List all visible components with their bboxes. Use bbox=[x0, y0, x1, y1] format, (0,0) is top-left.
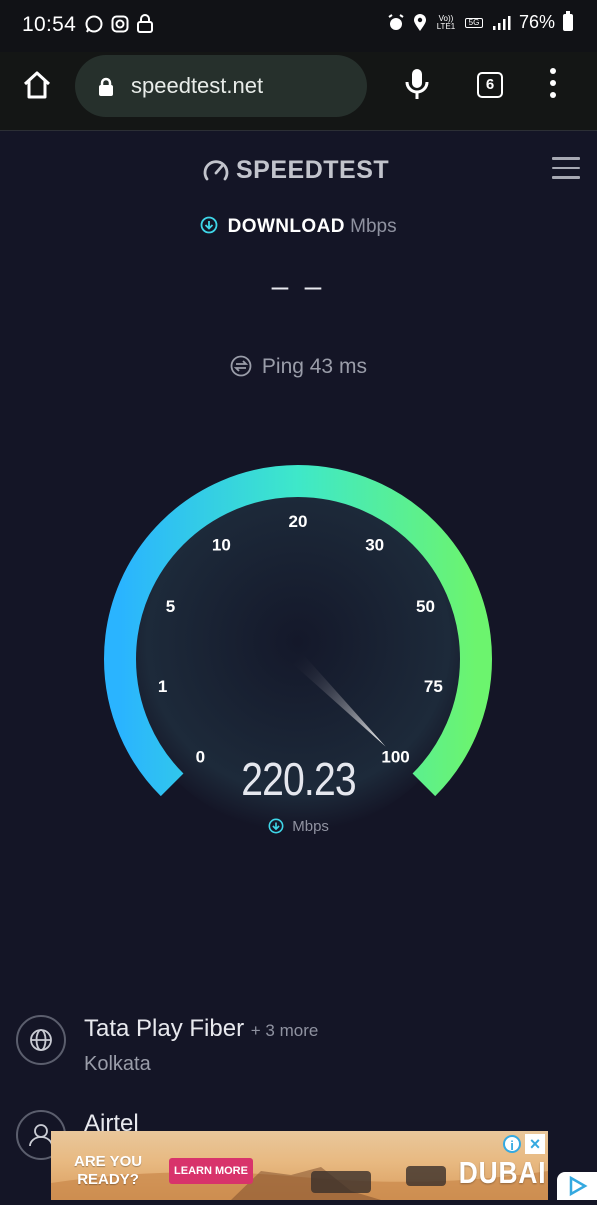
secure-lock-icon[interactable] bbox=[97, 77, 115, 97]
gauge-unit-row: Mbps bbox=[0, 818, 597, 835]
ad-headline-line-2: READY? bbox=[77, 1171, 139, 1188]
server-provider[interactable]: Tata Play Fiber + 3 more Kolkata bbox=[16, 1015, 576, 1085]
provider-name-row: Tata Play Fiber + 3 more bbox=[84, 1015, 318, 1043]
system-icons: Vo)) LTE1 5G 76% bbox=[387, 11, 573, 33]
gauge-tick-30: 30 bbox=[365, 535, 384, 554]
notification-icons bbox=[84, 14, 154, 34]
speedtest-logo[interactable]: SPEEDTEST bbox=[202, 156, 389, 185]
download-arrow-icon bbox=[268, 818, 284, 834]
download-unit: Mbps bbox=[350, 216, 397, 237]
status-time: 10:54 bbox=[22, 13, 77, 36]
signal-icon bbox=[492, 15, 511, 30]
gauge-tick-1: 1 bbox=[158, 677, 167, 696]
hamburger-menu-icon[interactable] bbox=[552, 157, 580, 186]
battery-icon bbox=[563, 11, 573, 31]
provider-location: Kolkata bbox=[84, 1053, 151, 1075]
speedtest-logo-text: SPEEDTEST bbox=[236, 156, 390, 184]
ad-brand: DUBAI bbox=[458, 1155, 547, 1190]
home-button[interactable] bbox=[22, 70, 52, 100]
gauge-tick-50: 50 bbox=[416, 597, 435, 616]
gauge-reading: 220.23 bbox=[241, 753, 356, 805]
ad-info-icon[interactable]: i bbox=[503, 1135, 521, 1153]
ping-icon bbox=[230, 355, 252, 377]
overflow-menu-icon[interactable] bbox=[550, 68, 558, 104]
url-text[interactable]: speedtest.net bbox=[131, 73, 263, 99]
speedometer-logo-icon bbox=[203, 159, 229, 180]
volte-icon: Vo)) LTE1 bbox=[436, 13, 456, 31]
ad-headline-line-1: ARE YOU bbox=[74, 1153, 143, 1170]
gauge-tick-10: 10 bbox=[212, 535, 231, 554]
ad-close-icon[interactable]: × bbox=[525, 1134, 545, 1154]
adchoices-icon[interactable] bbox=[557, 1172, 597, 1200]
gauge-tick-20: 20 bbox=[289, 512, 308, 531]
battery-percent: 76% bbox=[518, 12, 555, 32]
location-icon bbox=[413, 13, 426, 31]
gauge-unit: Mbps bbox=[292, 818, 329, 835]
gauge-tick-5: 5 bbox=[166, 597, 175, 616]
globe-icon bbox=[16, 1015, 66, 1065]
alarm-icon bbox=[388, 13, 404, 30]
browser-toolbar: speedtest.net 6 bbox=[0, 52, 597, 131]
lock-icon bbox=[137, 14, 153, 33]
address-bar[interactable]: speedtest.net bbox=[75, 55, 367, 117]
ad-learn-more-button[interactable]: LEARN MORE bbox=[169, 1158, 253, 1184]
ad-headline: ARE YOU READY? bbox=[74, 1153, 142, 1189]
download-arrow-icon bbox=[200, 216, 218, 234]
status-bar: 10:54 Vo)) LTE1 5G 76% bbox=[0, 0, 597, 52]
whatsapp-icon bbox=[85, 15, 103, 33]
ping-row: Ping 43 ms bbox=[0, 355, 597, 379]
download-result: – – bbox=[271, 270, 326, 303]
provider-more[interactable]: + 3 more bbox=[251, 1021, 319, 1040]
ping-value: Ping 43 ms bbox=[261, 355, 367, 378]
instagram-icon bbox=[111, 15, 129, 33]
gauge-tick-75: 75 bbox=[424, 677, 443, 696]
5g-icon: 5G bbox=[464, 17, 483, 28]
ad-banner[interactable]: ARE YOU READY? LEARN MORE DUBAI i × bbox=[51, 1131, 548, 1200]
mic-icon[interactable] bbox=[403, 67, 431, 101]
tab-switcher-button[interactable]: 6 bbox=[477, 72, 503, 98]
provider-name: Tata Play Fiber bbox=[84, 1015, 245, 1042]
download-label: DOWNLOAD Mbps bbox=[0, 216, 597, 238]
download-title: DOWNLOAD bbox=[227, 216, 345, 237]
